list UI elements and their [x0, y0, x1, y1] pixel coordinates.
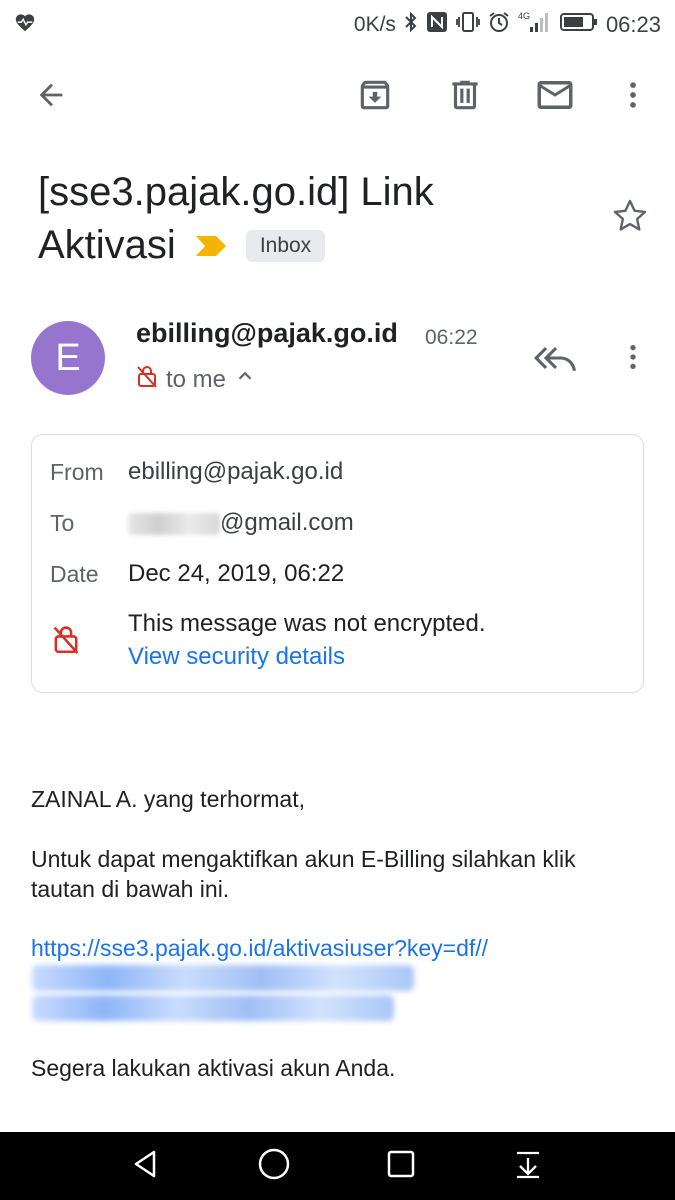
body-greeting: ZAINAL A. yang terhormat,: [31, 786, 305, 812]
top-app-bar: [0, 55, 675, 139]
sender-avatar[interactable]: E: [31, 321, 105, 395]
nfc-icon: [426, 11, 448, 39]
more-vert-icon: [616, 78, 650, 117]
status-bar: 0K/s 4G 06:23: [0, 0, 675, 46]
battery-icon: [559, 12, 598, 38]
redacted-link-line-3[interactable]: [32, 995, 394, 1021]
archive-icon: [356, 76, 394, 119]
view-security-details-link[interactable]: View security details: [128, 643, 345, 671]
date-label: Date: [50, 561, 99, 587]
body-paragraph-line-1: Untuk dapat mengaktifkan akun E-Billing …: [31, 846, 576, 872]
from-label: From: [50, 459, 104, 485]
status-indicators: 0K/s 4G 06:23: [354, 10, 661, 40]
mark-unread-button[interactable]: [528, 70, 582, 124]
nav-back-icon: [130, 1148, 162, 1185]
delete-button[interactable]: [438, 70, 492, 124]
body-paragraph-line-2: tautan di bawah ini.: [31, 876, 230, 902]
mark-unread-icon: [534, 74, 576, 121]
nav-recent-button[interactable]: [381, 1146, 421, 1186]
system-navigation-bar: [0, 1132, 675, 1200]
to-me-label: to me: [166, 365, 227, 393]
encryption-status-text: This message was not encrypted.: [128, 610, 486, 637]
more-options-button[interactable]: [606, 70, 660, 124]
network-speed: 0K/s: [353, 13, 396, 36]
svg-text:4G: 4G: [518, 11, 530, 21]
nav-notification-button[interactable]: [508, 1146, 548, 1186]
alarm-icon: [488, 11, 510, 39]
body-closing: Segera lakukan aktivasi akun Anda.: [31, 1055, 396, 1081]
to-value: @gmail.com: [220, 509, 354, 536]
subject-line-1: [sse3.pajak.go.id] Link: [38, 170, 434, 214]
sender-time: 06:22: [425, 326, 478, 349]
nav-home-icon: [257, 1147, 291, 1186]
importance-marker-icon[interactable]: [194, 219, 228, 272]
vibrate-icon: [456, 11, 480, 39]
back-button[interactable]: [24, 70, 78, 124]
message-details-card: From ebilling@pajak.go.id To @gmail.com …: [31, 434, 644, 693]
not-encrypted-lock-icon: [136, 364, 158, 395]
sender-name: ebilling@pajak.go.id: [136, 318, 398, 348]
redacted-username: [128, 512, 220, 535]
redacted-link-line-2[interactable]: [32, 965, 414, 991]
inbox-label-chip[interactable]: Inbox: [245, 229, 326, 262]
to-label: To: [50, 510, 75, 536]
signal-4g-icon: 4G: [518, 10, 552, 40]
nav-notification-icon: [512, 1148, 544, 1185]
subject-line-2: Aktivasi: [38, 223, 176, 267]
activation-link[interactable]: https://sse3.pajak.go.id/aktivasiuser?ke…: [31, 933, 488, 963]
date-value: Dec 24, 2019, 06:22: [128, 560, 345, 587]
archive-button[interactable]: [348, 70, 402, 124]
clock: 06:23: [605, 12, 661, 37]
chevron-up-icon: [234, 365, 256, 394]
star-outline-icon: [611, 197, 649, 240]
bluetooth-icon: [404, 11, 418, 39]
more-vert-icon: [617, 341, 649, 378]
subject-line-2-row: Aktivasi Inbox: [38, 219, 598, 272]
heart-pulse-icon: [14, 12, 36, 39]
delete-icon: [446, 76, 484, 119]
reply-all-button[interactable]: [530, 338, 582, 382]
nav-home-button[interactable]: [254, 1146, 294, 1186]
nav-back-button[interactable]: [126, 1146, 166, 1186]
message-more-button[interactable]: [610, 336, 656, 382]
email-subject: [sse3.pajak.go.id] Link Aktivasi Inbox: [38, 166, 598, 272]
recipient-toggle[interactable]: to me: [136, 364, 256, 395]
not-encrypted-lock-icon: [52, 623, 80, 660]
star-button[interactable]: [606, 194, 654, 242]
from-value: ebilling@pajak.go.id: [128, 458, 344, 485]
nav-recent-icon: [386, 1149, 416, 1184]
back-arrow-icon: [34, 78, 68, 117]
reply-all-icon: [533, 341, 578, 380]
to-value-row: @gmail.com: [128, 509, 354, 537]
